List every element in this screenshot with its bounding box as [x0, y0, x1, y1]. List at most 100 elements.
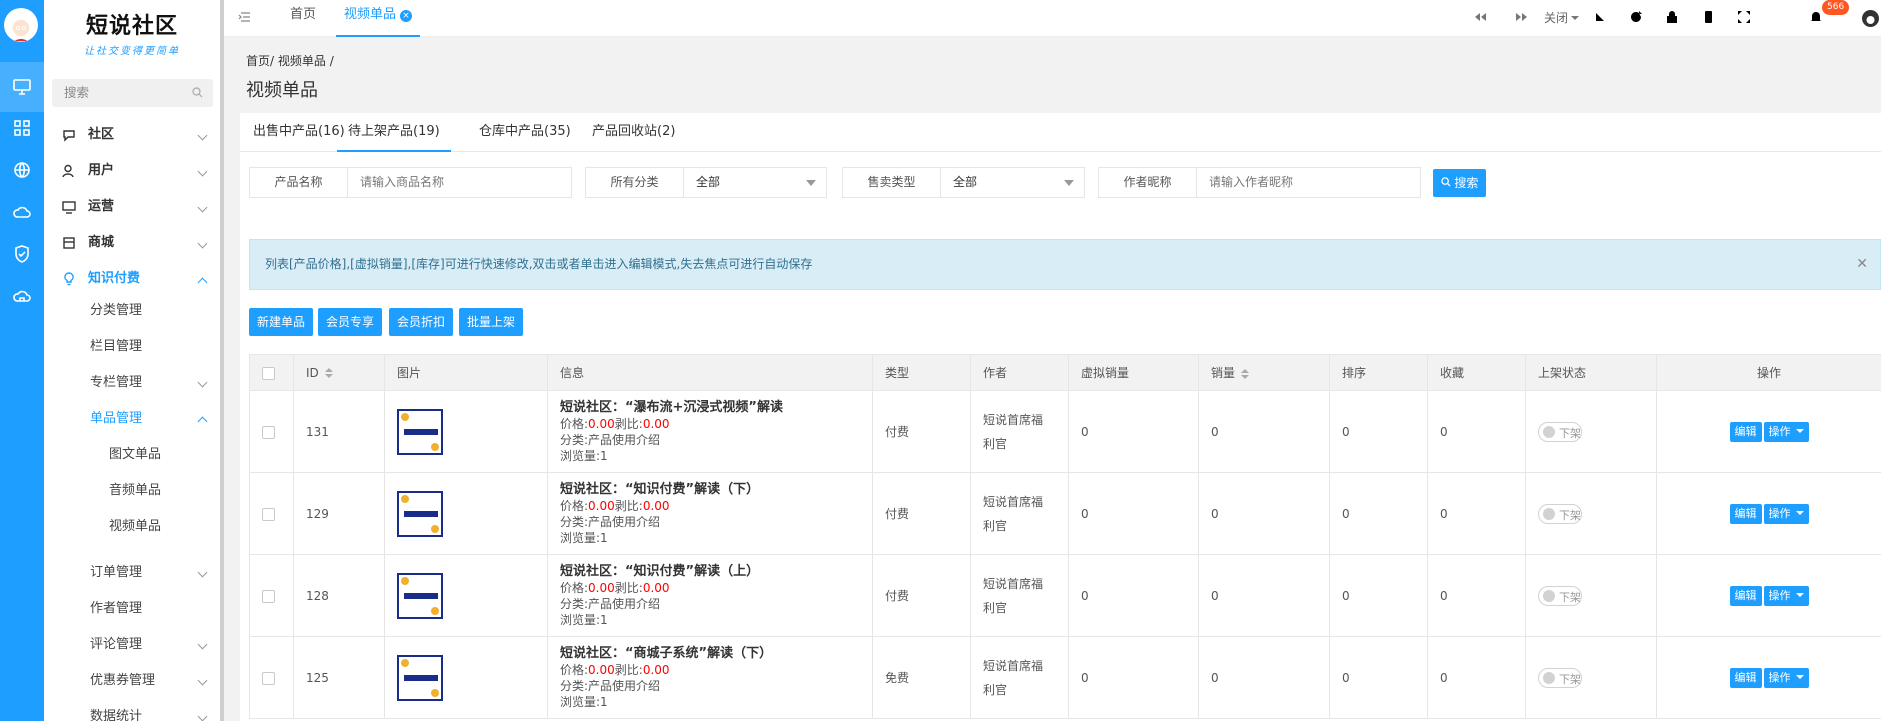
sort-icon[interactable]: [324, 368, 333, 378]
row-sort[interactable]: 0: [1329, 554, 1428, 637]
sidebar-item-single-manage[interactable]: 单品管理: [44, 404, 220, 434]
sidebar-item-author-manage[interactable]: 作者管理: [44, 594, 220, 624]
row-virtual-sales[interactable]: 0: [1068, 636, 1199, 719]
rail-cloud-house-icon[interactable]: [0, 271, 44, 321]
sidebar-item-order-manage[interactable]: 订单管理: [44, 558, 220, 588]
row-sales: 0: [1198, 636, 1330, 719]
sidebar-item-video-single[interactable]: 视频单品: [44, 512, 220, 542]
close-dropdown[interactable]: 关闭: [1544, 9, 1580, 26]
sale-type-select[interactable]: 全部: [941, 168, 1084, 197]
product-price-line: 价格:0.00剥比:0.00: [560, 417, 670, 431]
row-virtual-sales[interactable]: 0: [1068, 554, 1199, 637]
rewind-icon[interactable]: [1472, 9, 1488, 25]
avatar[interactable]: [4, 8, 38, 42]
sidebar-item-column-manage[interactable]: 栏目管理: [44, 332, 220, 362]
search-button[interactable]: 搜索: [1433, 169, 1486, 197]
batch-publish-button[interactable]: 批量上架: [459, 308, 524, 336]
row-sales: 0: [1198, 390, 1330, 473]
row-virtual-sales[interactable]: 0: [1068, 472, 1199, 555]
filter-category: 所有分类 全部: [585, 167, 827, 198]
forward-icon[interactable]: [1514, 9, 1530, 25]
select-all-checkbox[interactable]: [262, 366, 275, 380]
lock-screen-icon[interactable]: [1664, 9, 1680, 25]
user-avatar[interactable]: [1862, 10, 1879, 27]
row-sort[interactable]: 0: [1329, 636, 1428, 719]
sidebar-item-comment-manage[interactable]: 评论管理: [44, 630, 220, 660]
edit-button[interactable]: 编辑: [1729, 585, 1762, 606]
operation-dropdown-button[interactable]: 操作: [1763, 585, 1809, 606]
member-exclusive-button[interactable]: 会员专享: [318, 308, 383, 336]
status-toggle[interactable]: 下架: [1538, 585, 1582, 606]
product-thumbnail[interactable]: [397, 490, 443, 537]
row-id: 125: [293, 636, 385, 719]
row-checkbox[interactable]: [262, 589, 275, 603]
column-id[interactable]: ID: [293, 354, 385, 391]
sidebar-item-coupon-manage[interactable]: 优惠券管理: [44, 666, 220, 696]
product-name-input[interactable]: 请输入商品名称: [348, 168, 571, 197]
mobile-icon[interactable]: [1700, 9, 1716, 25]
author-input[interactable]: 请输入作者昵称: [1197, 168, 1420, 197]
return-icon[interactable]: [1592, 9, 1608, 25]
bell-icon[interactable]: [1808, 9, 1824, 25]
category-select[interactable]: 全部: [684, 168, 826, 197]
sidebar-item-store[interactable]: 商城: [44, 228, 220, 258]
close-icon[interactable]: ✕: [1856, 240, 1868, 289]
sidebar-item-article-single[interactable]: 图文单品: [44, 440, 220, 470]
product-price[interactable]: 0.00: [588, 581, 615, 595]
edit-button[interactable]: 编辑: [1729, 667, 1762, 688]
column-sales[interactable]: 销量: [1198, 354, 1330, 391]
refresh-icon[interactable]: [1628, 9, 1644, 25]
column-sort: 排序: [1329, 354, 1428, 391]
operation-dropdown-button[interactable]: 操作: [1763, 421, 1809, 442]
status-toggle[interactable]: 下架: [1538, 667, 1582, 688]
menu-fold-icon[interactable]: [238, 10, 252, 24]
row-checkbox[interactable]: [262, 671, 275, 685]
product-price[interactable]: 0.00: [588, 417, 615, 431]
tab-recycle-bin[interactable]: 产品回收站(2): [592, 113, 675, 152]
row-virtual-sales[interactable]: 0: [1068, 390, 1199, 473]
row-checkbox[interactable]: [262, 507, 275, 521]
product-title[interactable]: 短说社区：“商城子系统”解读（下）: [560, 645, 872, 662]
row-sort[interactable]: 0: [1329, 390, 1428, 473]
tab-on-sale[interactable]: 出售中产品(16): [253, 113, 345, 152]
row-sort[interactable]: 0: [1329, 472, 1428, 555]
sidebar-search-input[interactable]: 搜索: [52, 79, 213, 107]
breadcrumb-home[interactable]: 首页: [246, 54, 270, 68]
status-toggle[interactable]: 下架: [1538, 503, 1582, 524]
sidebar-item-users[interactable]: 用户: [44, 156, 220, 186]
sidebar-item-audio-single[interactable]: 音频单品: [44, 476, 220, 506]
sidebar-item-category-manage[interactable]: 分类管理: [44, 296, 220, 326]
sidebar-item-statistics[interactable]: 数据统计: [44, 702, 220, 721]
operation-dropdown-button[interactable]: 操作: [1763, 667, 1809, 688]
product-thumbnail[interactable]: [397, 572, 443, 619]
sidebar-item-special-manage[interactable]: 专栏管理: [44, 368, 220, 398]
fullscreen-icon[interactable]: [1736, 9, 1752, 25]
sidebar-scrollbar[interactable]: [220, 0, 224, 721]
sidebar-item-community[interactable]: 社区: [44, 120, 220, 150]
tab-video-single[interactable]: 视频单品 ×: [336, 0, 421, 37]
product-price[interactable]: 0.00: [588, 663, 615, 677]
product-thumbnail[interactable]: [397, 408, 443, 455]
status-toggle[interactable]: 下架: [1538, 421, 1582, 442]
product-price[interactable]: 0.00: [588, 499, 615, 513]
sidebar-item-knowledge-pay[interactable]: 知识付费: [44, 264, 220, 294]
tab-pending[interactable]: 待上架产品(19): [337, 113, 451, 152]
product-title[interactable]: 短说社区：“知识付费”解读（下）: [560, 481, 872, 498]
product-title[interactable]: 短说社区：“知识付费”解读（上）: [560, 563, 872, 580]
sort-icon[interactable]: [1241, 368, 1250, 379]
edit-button[interactable]: 编辑: [1729, 503, 1762, 524]
logo: 短说社区 让社交变得更简单: [44, 8, 220, 57]
close-icon[interactable]: ×: [400, 10, 413, 22]
member-discount-button[interactable]: 会员折扣: [389, 308, 454, 336]
row-checkbox[interactable]: [262, 425, 275, 439]
sidebar-item-label: 运营: [88, 199, 115, 214]
tab-home[interactable]: 首页: [290, 0, 316, 37]
chevron-down-icon: [197, 238, 208, 249]
new-single-button[interactable]: 新建单品: [249, 308, 314, 336]
product-title[interactable]: 短说社区：“瀑布流+沉浸式视频”解读: [560, 399, 872, 416]
sidebar-item-operations[interactable]: 运营: [44, 192, 220, 222]
tab-warehouse[interactable]: 仓库中产品(35): [479, 113, 571, 152]
edit-button[interactable]: 编辑: [1729, 421, 1762, 442]
product-thumbnail[interactable]: [397, 654, 443, 701]
operation-dropdown-button[interactable]: 操作: [1763, 503, 1809, 524]
